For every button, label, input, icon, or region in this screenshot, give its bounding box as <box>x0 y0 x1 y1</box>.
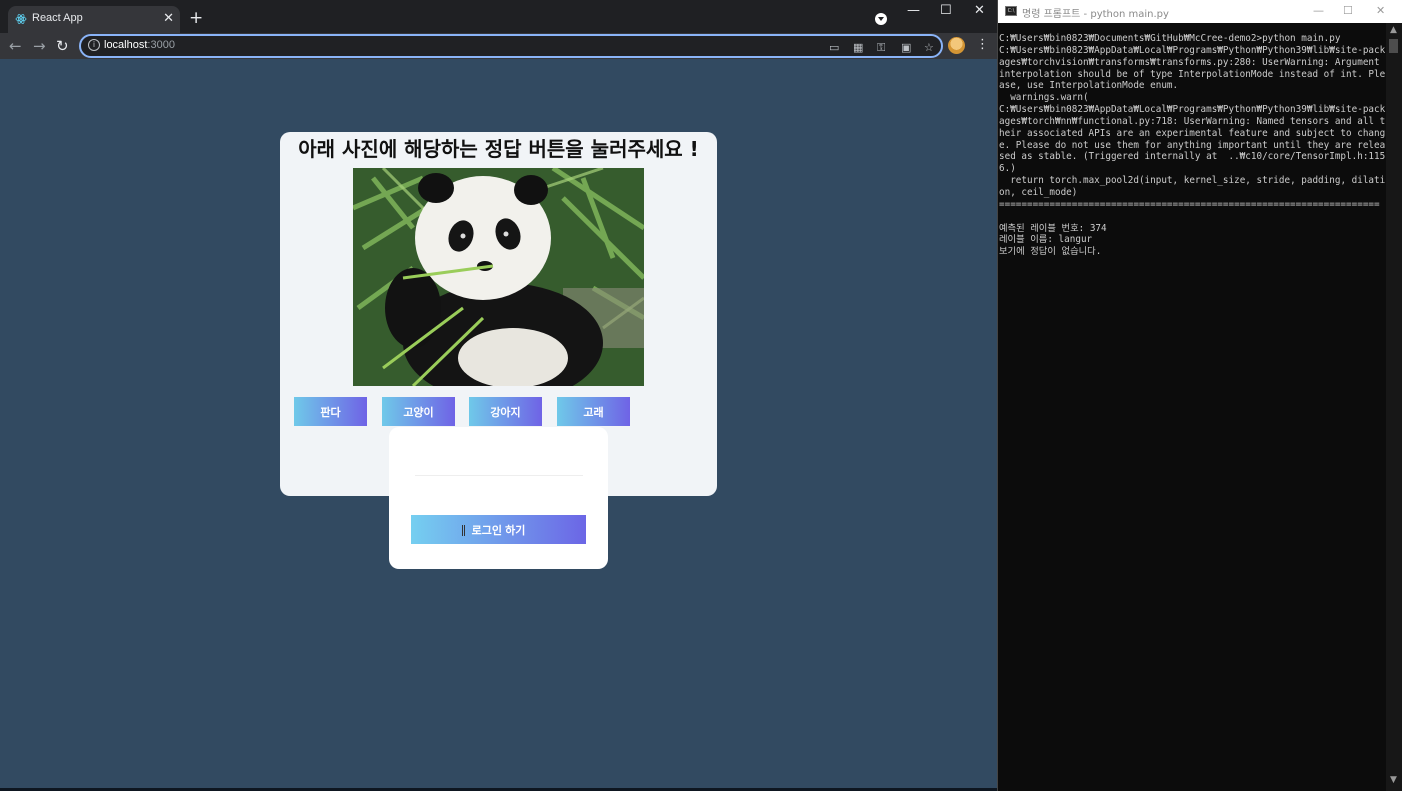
minimize-icon[interactable]: — <box>907 3 920 18</box>
tab-title: React App <box>32 12 83 24</box>
scroll-thumb[interactable] <box>1389 39 1398 53</box>
tab-strip: React App ✕ + — ☐ ✕ <box>0 0 997 33</box>
console-icon: C:\ <box>1005 6 1017 16</box>
menu-kebab-icon[interactable]: ⋮ <box>976 37 989 52</box>
react-icon <box>15 14 27 24</box>
quiz-title: 아래 사진에 해당하는 정답 버튼을 눌러주세요 ! <box>298 137 699 161</box>
login-button[interactable]: 로그인 하기 <box>411 515 586 544</box>
browser-toolbar: ← → ↻ i localhost:3000 ▭ ▦ ⚿ ▣ ☆ ⋮ <box>0 33 997 59</box>
reload-icon[interactable]: ↻ <box>56 36 69 56</box>
login-card: 로그인 하기 <box>389 427 608 569</box>
console-line: 보기에 정답이 없습니다. <box>999 246 1102 258</box>
media-control-icon[interactable] <box>875 13 887 25</box>
console-line: 레이블 이름: langur <box>999 234 1093 246</box>
console-line: C:₩Users₩bin0823₩AppData₩Local₩Programs₩… <box>999 104 1386 175</box>
translate-icon[interactable]: ▣ <box>901 41 911 54</box>
key-icon[interactable]: ⚿ <box>877 41 885 55</box>
new-tab-icon[interactable]: + <box>189 8 203 28</box>
answer-button-panda[interactable]: 판다 <box>294 397 367 426</box>
panda-photo <box>353 168 644 386</box>
info-icon[interactable]: i <box>88 39 100 51</box>
console-close-icon[interactable]: ✕ <box>1376 4 1385 17</box>
console-minimize-icon[interactable]: — <box>1313 4 1324 17</box>
cast-icon[interactable]: ▭ <box>829 41 839 54</box>
command-prompt-window: C:\ 명령 프롬프트 - python main.py — ☐ ✕ C:₩Us… <box>997 0 1402 791</box>
console-scrollbar[interactable]: ▲ ▼ <box>1386 23 1402 791</box>
url-text: localhost:3000 <box>104 39 175 51</box>
browser-window: React App ✕ + — ☐ ✕ ← → ↻ i localhost:30… <box>0 0 997 788</box>
maximize-icon[interactable]: ☐ <box>940 3 952 18</box>
console-titlebar: C:\ 명령 프롬프트 - python main.py — ☐ ✕ <box>998 0 1402 23</box>
back-icon[interactable]: ← <box>9 36 22 56</box>
close-window-icon[interactable]: ✕ <box>974 3 985 18</box>
console-line: 예측된 레이블 번호: 374 <box>999 222 1107 234</box>
tab-close-icon[interactable]: ✕ <box>163 10 174 28</box>
console-line: return torch.max_pool2d(input, kernel_si… <box>999 175 1386 198</box>
text-cursor-icon <box>462 525 465 536</box>
login-input[interactable] <box>415 451 583 476</box>
console-line: warnings.warn( <box>999 92 1089 104</box>
forward-icon[interactable]: → <box>33 36 46 56</box>
answer-button-whale[interactable]: 고래 <box>557 397 630 426</box>
address-bar[interactable]: i localhost:3000 ▭ ▦ ⚿ ▣ ☆ <box>79 34 943 58</box>
answer-button-cat[interactable]: 고양이 <box>382 397 455 426</box>
console-output: C:₩Users₩bin0823₩Documents₩GitHub₩McCree… <box>999 33 1386 258</box>
tab-react-app[interactable]: React App ✕ <box>8 6 180 33</box>
console-line: C:₩Users₩bin0823₩Documents₩GitHub₩McCree… <box>999 33 1341 44</box>
console-line: C:₩Users₩bin0823₩AppData₩Local₩Programs₩… <box>999 44 1386 92</box>
scroll-down-icon[interactable]: ▼ <box>1390 775 1397 785</box>
profile-avatar[interactable] <box>948 37 965 54</box>
bookmark-star-icon[interactable]: ☆ <box>924 41 934 54</box>
console-title: 명령 프롬프트 - python main.py <box>1022 9 1169 20</box>
scroll-up-icon[interactable]: ▲ <box>1390 25 1397 35</box>
qr-code-icon[interactable]: ▦ <box>853 41 863 54</box>
console-separator: ========================================… <box>999 198 1380 210</box>
answer-button-dog[interactable]: 강아지 <box>469 397 542 426</box>
console-maximize-icon[interactable]: ☐ <box>1343 4 1353 17</box>
